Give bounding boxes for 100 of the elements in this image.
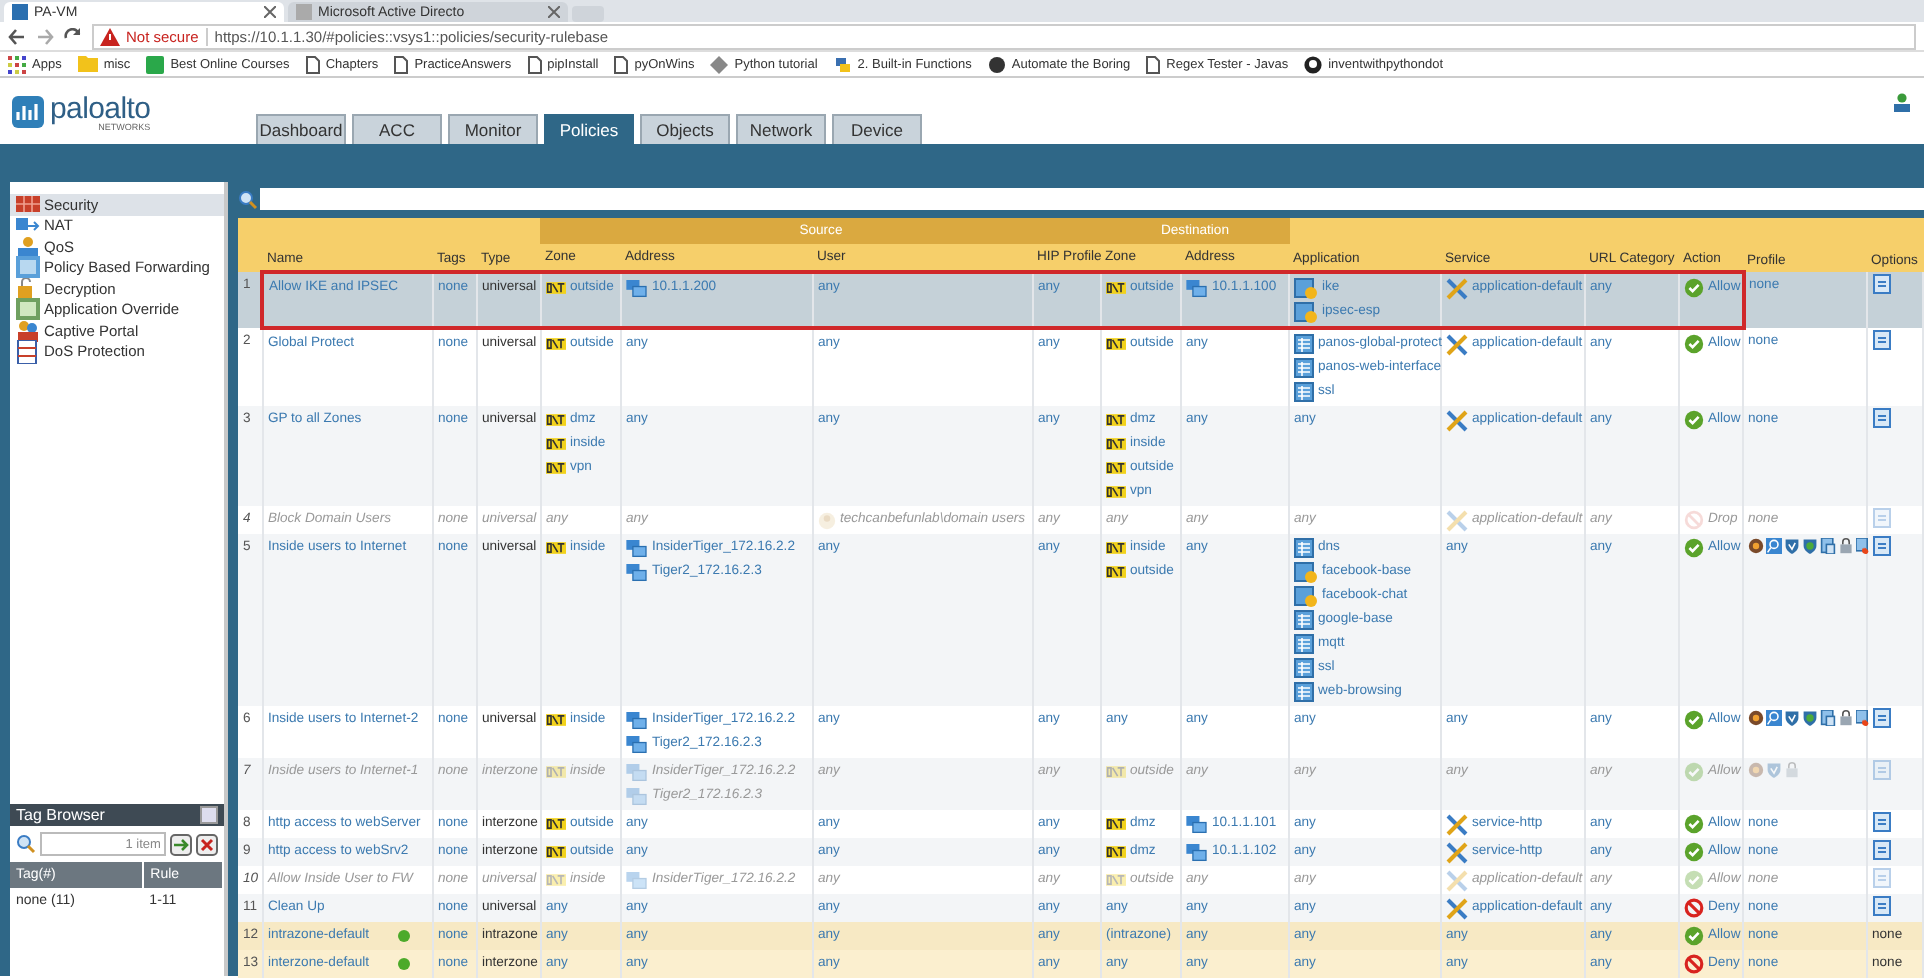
people-icon (16, 319, 40, 342)
computer-icon (1185, 843, 1208, 861)
apps-icon (8, 55, 26, 73)
zone-icon (545, 844, 566, 860)
zone-icon (545, 764, 566, 780)
tools-icon (1446, 277, 1468, 299)
application-icon (1294, 334, 1314, 354)
window-icon (16, 256, 40, 279)
nav-tab[interactable]: Objects (640, 114, 730, 144)
zone-icon (1105, 540, 1126, 556)
nav-tab[interactable]: Policies (544, 114, 634, 144)
zone-icon (545, 436, 566, 452)
shield-icon (1784, 710, 1800, 726)
application-icon (1294, 658, 1314, 678)
application-icon (1294, 610, 1314, 630)
tools-icon (1446, 813, 1468, 835)
zone-icon (1105, 484, 1126, 500)
lock-icon (1838, 710, 1854, 726)
filter-field[interactable] (260, 188, 1924, 210)
tools-icon (1446, 869, 1468, 891)
tools-icon (1446, 333, 1468, 355)
magnifier-icon (1766, 538, 1782, 554)
zone-icon (545, 816, 566, 832)
page-icon (527, 55, 542, 73)
zone-icon (1105, 336, 1126, 352)
warning-icon (100, 27, 120, 45)
square-icon (146, 55, 165, 73)
application-icon (1294, 682, 1314, 702)
computer-icon (1185, 279, 1208, 297)
application-warning-icon (1294, 277, 1318, 299)
tools-icon (1446, 509, 1468, 531)
close-icon (548, 6, 560, 18)
status-dot (397, 958, 410, 970)
computer-icon (625, 763, 648, 781)
shield-icon (1766, 762, 1782, 778)
tools-icon (1446, 897, 1468, 919)
computer-icon (625, 871, 648, 889)
zone-icon (1105, 280, 1126, 296)
document-icon (16, 339, 40, 364)
nav-tab[interactable]: Monitor (448, 114, 538, 144)
zone-icon (545, 412, 566, 428)
nav-tab[interactable]: Device (832, 114, 922, 144)
zone-icon (545, 336, 566, 352)
document-icon[interactable] (1872, 896, 1892, 917)
person-icon (1892, 92, 1912, 112)
computer-icon (625, 563, 648, 581)
application-icon (1294, 538, 1314, 558)
zone-icon (1105, 412, 1126, 428)
nav-tab[interactable]: ACC (352, 114, 442, 144)
zone-icon (1105, 844, 1126, 860)
document-icon[interactable] (1872, 408, 1892, 429)
document-icon[interactable] (1872, 330, 1892, 351)
computer-icon (625, 787, 648, 805)
window-icon (16, 298, 40, 321)
computer-icon (625, 735, 648, 753)
tools-icon (1446, 841, 1468, 863)
page-icon (296, 4, 312, 20)
shield-icon (1784, 538, 1800, 554)
status-dot (397, 930, 410, 942)
logo-icon (12, 96, 44, 129)
document-icon (1820, 538, 1836, 554)
zone-icon (1105, 872, 1126, 888)
document-icon[interactable] (1872, 536, 1892, 557)
minimize-button[interactable] (200, 806, 219, 824)
nav-tab[interactable]: Dashboard (256, 114, 346, 144)
panel-title: Tag Browser (16, 806, 105, 824)
nav-tab[interactable]: Network (736, 114, 826, 144)
search-icon (16, 834, 36, 854)
page-icon (394, 55, 409, 73)
lock-icon (1838, 538, 1854, 554)
zone-icon (545, 712, 566, 728)
document-icon[interactable] (1872, 274, 1892, 295)
document-icon[interactable] (1872, 708, 1892, 729)
flame-icon (1856, 710, 1872, 726)
zone-icon (545, 872, 566, 888)
application-icon (1294, 358, 1314, 378)
magnifier-icon (1766, 710, 1782, 726)
zone-icon (545, 540, 566, 556)
apply-filter-icon (170, 833, 193, 855)
wall-icon (16, 194, 40, 215)
zone-icon (545, 460, 566, 476)
computer-icon (1185, 815, 1208, 833)
zone-icon (1105, 436, 1126, 452)
arrow-icon (16, 215, 40, 236)
user-icon (817, 511, 836, 529)
close-icon (264, 6, 276, 18)
application-warning-icon (1294, 585, 1318, 607)
search-icon (238, 189, 259, 209)
document-icon[interactable] (1872, 840, 1892, 861)
clear-filter-icon (196, 833, 219, 855)
document-icon[interactable] (1872, 812, 1892, 833)
page-icon (614, 55, 629, 73)
person-icon (16, 235, 40, 258)
folder-icon (77, 56, 98, 72)
zone-icon (1105, 460, 1126, 476)
application-warning-icon (1294, 561, 1318, 583)
zone-icon (1105, 564, 1126, 580)
forward-icon (36, 27, 54, 45)
page-icon (12, 4, 28, 20)
zone-icon (1105, 764, 1126, 780)
